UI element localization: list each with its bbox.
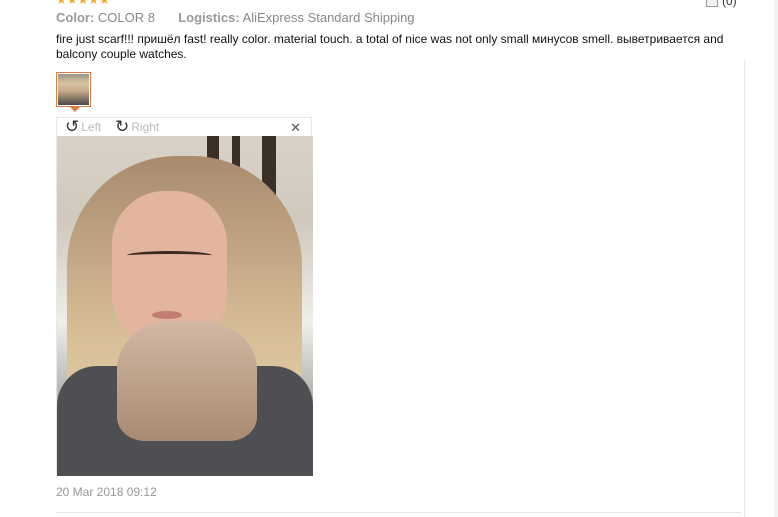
color-value: COLOR 8 xyxy=(97,10,155,25)
rotate-right-label: Right xyxy=(131,120,160,134)
photo-lips xyxy=(152,311,182,319)
rotate-left-icon: ↺ xyxy=(65,117,80,136)
rotate-right-icon: ↻ xyxy=(115,117,130,136)
helpful-button[interactable]: (0) xyxy=(706,0,737,8)
photo-eyes xyxy=(127,251,212,260)
thumbnail-image xyxy=(58,74,89,105)
color-label: Color: xyxy=(56,10,95,25)
star-rating: ★★★★★ xyxy=(56,0,110,4)
rotate-right-button[interactable]: ↻ Right xyxy=(115,117,160,136)
review-photo xyxy=(57,136,313,476)
rotate-left-button[interactable]: ↺ Left xyxy=(65,117,102,136)
photo-scarf xyxy=(117,321,257,441)
order-meta: Color: COLOR 8 Logistics: AliExpress Sta… xyxy=(56,10,415,26)
photo-viewer: ↺ Left ↻ Right ✕ xyxy=(56,117,313,476)
review-divider xyxy=(56,512,742,513)
review-text: fire just scarf!!! пришёл fast! really c… xyxy=(56,32,724,61)
content-edge xyxy=(744,60,745,517)
viewer-toolbar: ↺ Left ↻ Right ✕ xyxy=(57,118,311,136)
close-icon[interactable]: ✕ xyxy=(290,120,301,136)
review-photo-thumbnail[interactable] xyxy=(56,72,91,107)
thumbnail-pointer xyxy=(70,107,80,112)
rotate-left-label: Left xyxy=(81,120,102,134)
logistics-value: AliExpress Standard Shipping xyxy=(242,10,415,25)
scrollbar[interactable] xyxy=(774,0,778,517)
review-date: 20 Mar 2018 09:12 xyxy=(56,485,157,499)
logistics-label: Logistics: xyxy=(178,10,240,25)
thumbs-up-icon xyxy=(706,0,718,7)
helpful-count: (0) xyxy=(722,0,737,8)
